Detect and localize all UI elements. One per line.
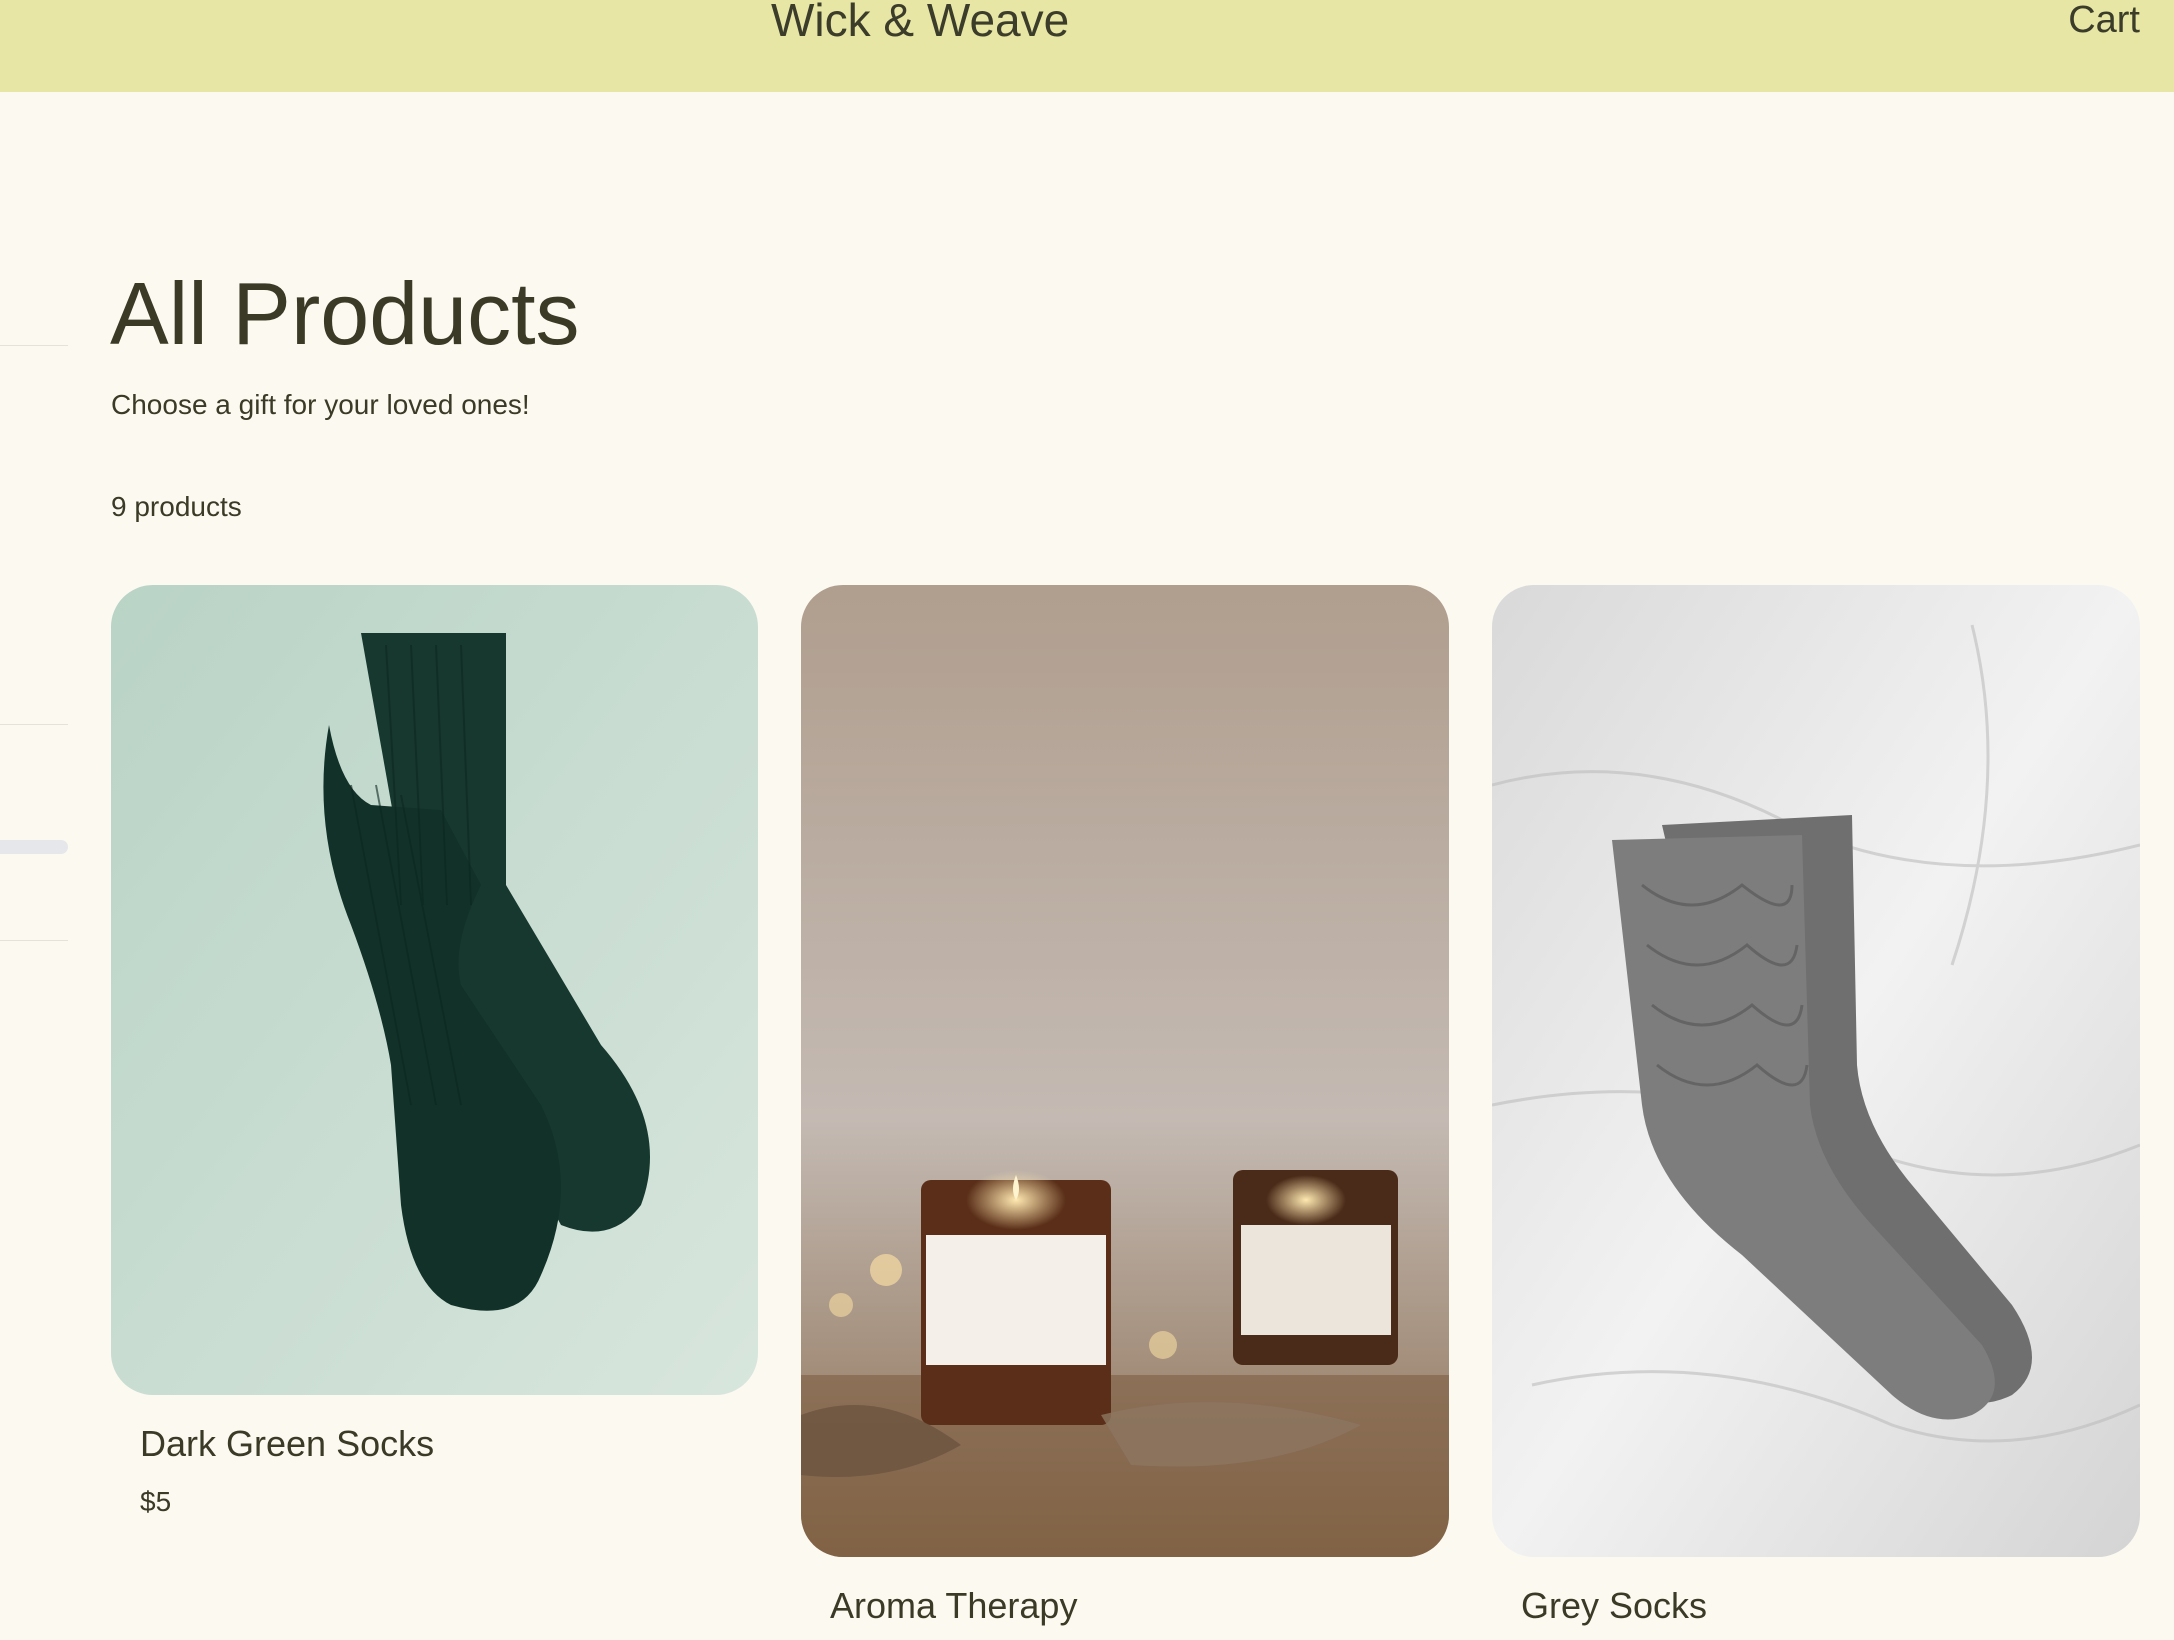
page-title: All Products [110, 264, 580, 363]
sidebar-divider [0, 345, 68, 346]
product-image[interactable] [1492, 585, 2140, 1557]
product-card[interactable]: Aroma Therapy [801, 585, 1449, 1640]
candles-image [801, 585, 1449, 1557]
page-subtitle: Choose a gift for your loved ones! [111, 389, 530, 420]
cart-link[interactable]: Cart [2068, 0, 2140, 43]
product-name[interactable]: Grey Socks [1521, 1584, 1707, 1628]
product-image[interactable] [801, 585, 1449, 1557]
product-card[interactable]: Grey Socks [1492, 585, 2140, 1640]
product-price: $5 [140, 1486, 172, 1517]
product-name[interactable]: Aroma Therapy [830, 1584, 1077, 1628]
brand-logo[interactable]: Wick & Weave [771, 0, 1069, 48]
grey-socks-image [1492, 585, 2140, 1557]
product-image[interactable] [111, 585, 758, 1395]
sidebar-scroll-handle[interactable] [0, 840, 68, 854]
site-header: Wick & Weave Cart [0, 0, 2174, 92]
sidebar-divider [0, 724, 68, 725]
product-card[interactable]: Dark Green Socks $5 [111, 585, 758, 1517]
socks-image [111, 585, 758, 1395]
product-name[interactable]: Dark Green Socks [140, 1422, 434, 1466]
sidebar-divider [0, 940, 68, 941]
product-count: 9 products [111, 491, 242, 522]
